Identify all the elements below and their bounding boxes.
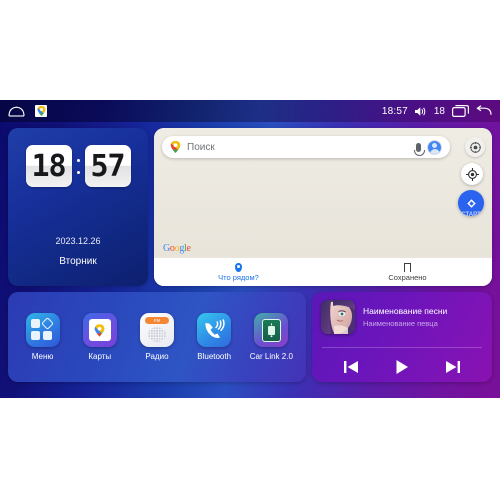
- media-controls: [312, 352, 492, 382]
- google-maps-icon: [82, 313, 117, 347]
- recents-icon[interactable]: [452, 105, 469, 117]
- bluetooth-phone-icon: [197, 313, 232, 347]
- back-icon[interactable]: [476, 105, 492, 117]
- app-maps-label: Карты: [88, 352, 112, 361]
- flip-clock: 18 57: [8, 128, 148, 187]
- song-artist: Наименование певца: [363, 319, 438, 328]
- skip-next-icon[interactable]: [445, 360, 461, 374]
- app-radio-label: Радио: [145, 352, 169, 361]
- skip-previous-icon[interactable]: [343, 360, 359, 374]
- maps-app-icon[interactable]: [35, 105, 47, 117]
- grid-menu-icon: [25, 313, 60, 347]
- radio-speaker-grille: [147, 327, 166, 342]
- clock-widget[interactable]: 18 57 2023.12.26 Вторник: [8, 128, 148, 286]
- apps-dock: Меню Карты FM Радио Bluetooth Car Link 2…: [8, 292, 306, 382]
- app-bluetooth-label: Bluetooth: [197, 352, 232, 361]
- search-input[interactable]: Поиск: [187, 142, 410, 153]
- clock-weekday: Вторник: [59, 256, 97, 267]
- tab-whats-nearby-label: Что рядом?: [218, 272, 259, 282]
- album-art-portrait[interactable]: [321, 300, 355, 334]
- tab-whats-nearby[interactable]: Что рядом?: [154, 262, 323, 282]
- account-avatar-icon[interactable]: [427, 139, 442, 155]
- navigation-start-button[interactable]: СТАРТ: [458, 190, 484, 218]
- home-icon[interactable]: [8, 106, 25, 117]
- status-bar: 18:57 18: [0, 100, 500, 122]
- app-car-link-label: Car Link 2.0: [249, 352, 293, 361]
- my-location-icon[interactable]: [461, 163, 483, 185]
- tab-saved[interactable]: Сохранено: [323, 262, 492, 282]
- media-player-widget: Наименование песни Наименование певца: [312, 292, 492, 382]
- media-divider: [322, 347, 482, 348]
- volume-level: 18: [433, 105, 445, 117]
- layers-icon[interactable]: [465, 137, 485, 157]
- map-search-bar[interactable]: Поиск: [162, 136, 450, 158]
- bookmark-icon: [403, 262, 412, 276]
- play-icon[interactable]: [394, 359, 410, 375]
- clock-colon: [76, 158, 81, 174]
- radio-band-label: FM: [144, 317, 169, 324]
- app-car-link[interactable]: Car Link 2.0: [244, 313, 298, 361]
- song-title: Наименование песни: [363, 306, 448, 316]
- start-button-label: СТАРТ: [461, 212, 481, 218]
- app-radio[interactable]: FM Радио: [130, 313, 184, 361]
- google-attribution: Google: [163, 243, 191, 254]
- clock-date: 2023.12.26: [55, 236, 101, 246]
- map-bottom-tabs: Что рядом? Сохранено: [154, 258, 492, 286]
- app-bluetooth[interactable]: Bluetooth: [187, 313, 241, 361]
- maps-widget[interactable]: Поиск СТАРТ Google Что рядом? Сохранено: [154, 128, 492, 286]
- microphone-icon[interactable]: [414, 142, 425, 156]
- app-menu-label: Меню: [31, 352, 54, 361]
- navigation-arrow-icon: [466, 198, 477, 209]
- pin-icon: [235, 262, 242, 272]
- radio-icon: FM: [139, 313, 174, 347]
- car-head-unit-screen: 18:57 18 18 57 2023.12.26 Вторник Поиск …: [0, 100, 500, 398]
- status-time: 18:57: [381, 105, 408, 117]
- app-menu[interactable]: Меню: [16, 313, 70, 361]
- app-maps[interactable]: Карты: [73, 313, 127, 361]
- clock-minutes: 57: [84, 145, 131, 187]
- clock-hours: 18: [25, 145, 72, 187]
- map-pin-icon: [170, 141, 181, 153]
- car-link-icon: [254, 313, 289, 347]
- volume-icon[interactable]: [414, 106, 427, 117]
